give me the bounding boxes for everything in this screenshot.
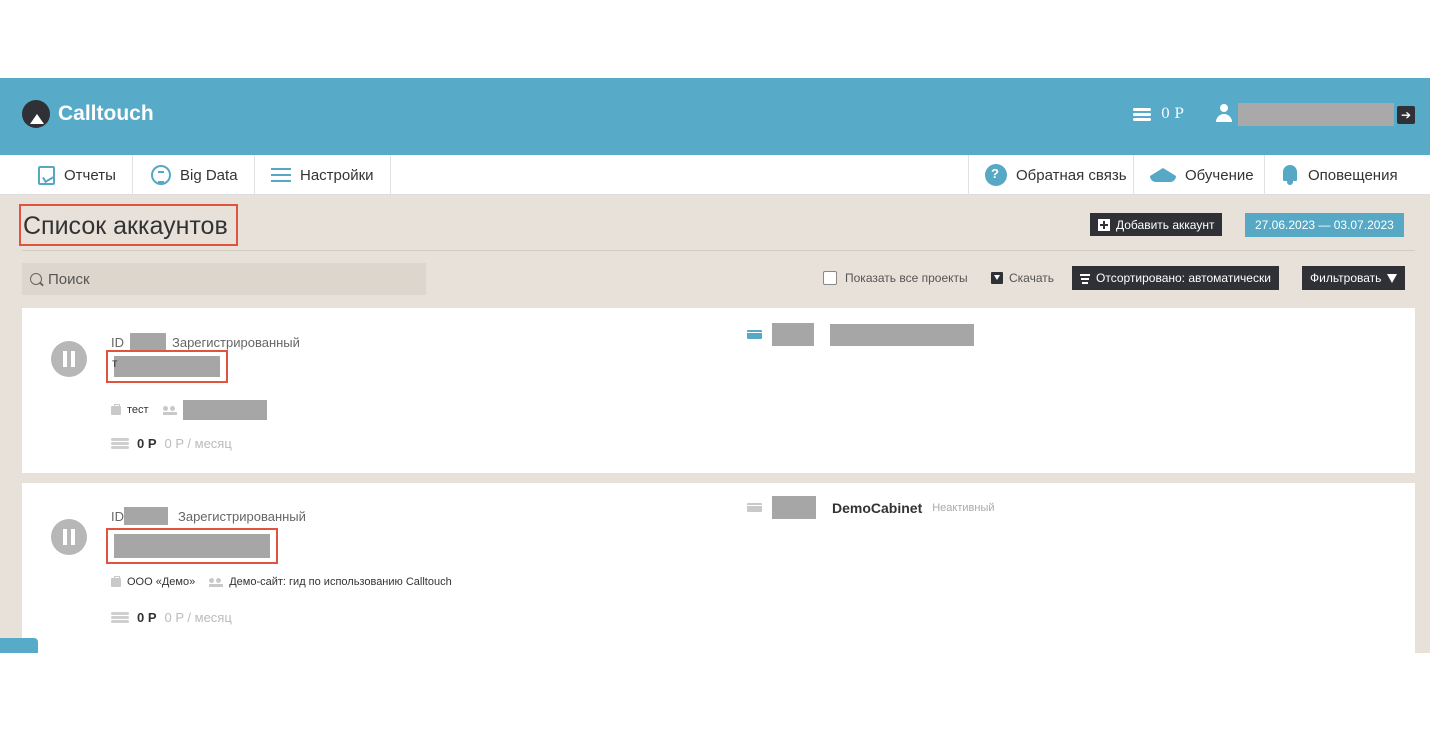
bigdata-icon (151, 165, 171, 185)
nav-item-label: Big Data (180, 166, 238, 184)
account-name-highlight: т (106, 350, 228, 383)
account-id-line: ID Зарегистрированный (111, 507, 306, 525)
download-link[interactable]: Скачать (991, 271, 1054, 285)
show-all-projects[interactable]: Показать все проекты (823, 271, 968, 285)
search-box[interactable] (22, 263, 426, 295)
account-id-redacted (124, 507, 168, 525)
show-all-label: Показать все проекты (845, 271, 968, 285)
account-monthly: 0 P / месяц (164, 610, 232, 625)
nav-item-notifications[interactable]: Оповещения (1264, 155, 1414, 195)
nav-item-settings[interactable]: Настройки (255, 155, 391, 195)
nav-item-label: Обучение (1185, 166, 1254, 184)
logo[interactable]: Calltouch (22, 100, 154, 128)
logo-text: Calltouch (58, 102, 154, 125)
account-name-redacted[interactable] (114, 356, 220, 377)
logout-icon[interactable]: ➔ (1397, 106, 1415, 124)
header-balance[interactable]: 0 P (1133, 106, 1184, 122)
account-monthly: 0 P / месяц (164, 436, 232, 451)
header-balance-value: 0 P (1161, 106, 1184, 122)
card-icon (747, 330, 762, 339)
main-nav: Отчеты Big Data Настройки Обратная связь… (0, 155, 1430, 195)
user-name-redacted[interactable] (1238, 103, 1394, 126)
card-icon (747, 503, 762, 512)
nav-item-education[interactable]: Обучение (1133, 155, 1270, 195)
pause-icon[interactable] (51, 519, 87, 555)
nav-item-reports[interactable]: Отчеты (22, 155, 133, 195)
account-name-highlight (106, 528, 278, 564)
education-icon (1150, 166, 1176, 184)
feedback-icon (985, 164, 1007, 186)
cabinet-status: Неактивный (932, 501, 995, 514)
cabinet-id-redacted (772, 496, 816, 519)
account-company: ООО «Демо» (127, 576, 196, 588)
account-balance: 0 P (137, 436, 157, 451)
pause-icon[interactable] (51, 341, 87, 377)
account-name-prefix: т (112, 356, 118, 370)
nav-item-label: Настройки (300, 166, 374, 184)
company-icon (111, 403, 121, 415)
report-icon (38, 165, 55, 185)
settings-icon (271, 165, 291, 185)
sort-label: Отсортировано: автоматически (1096, 271, 1271, 285)
coins-icon (111, 437, 129, 450)
user-icon[interactable] (1214, 104, 1234, 124)
app-window: Calltouch 0 P ➔ Отчеты Big Data Настройк… (0, 78, 1430, 653)
side-panel-toggle[interactable] (0, 638, 38, 653)
top-bar: Calltouch 0 P ➔ (0, 78, 1430, 155)
account-name-redacted[interactable] (114, 534, 270, 558)
account-cabinet: DemoCabinet Неактивный (747, 496, 995, 519)
account-money: 0 P 0 P / месяц (111, 436, 232, 451)
sort-icon (1080, 273, 1090, 284)
add-icon (1098, 218, 1110, 231)
sort-button[interactable]: Отсортировано: автоматически (1072, 266, 1279, 290)
download-label: Скачать (1009, 271, 1054, 285)
coins-icon (1133, 106, 1153, 122)
account-status: Зарегистрированный (178, 508, 306, 524)
company-icon (111, 575, 121, 587)
filter-button[interactable]: Фильтровать (1302, 266, 1406, 290)
add-account-button[interactable]: Добавить аккаунт (1090, 213, 1223, 236)
cabinet-name-redacted[interactable] (830, 323, 974, 346)
account-id-label: ID (111, 334, 124, 350)
search-input[interactable] (48, 270, 408, 288)
coins-icon (111, 611, 129, 624)
account-site: Демо-сайт: гид по использованию Calltouc… (229, 576, 452, 588)
filter-label: Фильтровать (1310, 271, 1382, 285)
account-id-line: ID Зарегистрированный (111, 333, 300, 351)
page-title: Список аккаунтов (19, 204, 238, 246)
add-account-label: Добавить аккаунт (1116, 217, 1215, 232)
bell-icon (1281, 165, 1299, 185)
site-users-icon (162, 405, 177, 415)
nav-item-label: Отчеты (64, 166, 116, 184)
cabinet-name[interactable]: DemoCabinet (832, 500, 922, 516)
nav-item-label: Обратная связь (1016, 166, 1127, 184)
account-card[interactable]: ID Зарегистрированный ООО «Демо» Демо-са… (22, 483, 1415, 653)
account-site-redacted (182, 400, 267, 420)
account-id-label: ID (111, 508, 124, 524)
divider (22, 250, 1415, 251)
nav-item-feedback[interactable]: Обратная связь (968, 155, 1143, 195)
filter-icon (1387, 273, 1398, 283)
account-cabinet (747, 323, 974, 346)
account-card[interactable]: ID Зарегистрированный т тест 0 P 0 P / м… (22, 308, 1415, 473)
nav-item-bigdata[interactable]: Big Data (135, 155, 255, 195)
account-meta: ООО «Демо» Демо-сайт: гид по использован… (111, 575, 452, 588)
account-status: Зарегистрированный (172, 334, 300, 350)
account-id-redacted (130, 333, 166, 351)
logo-icon (22, 100, 50, 128)
date-range-picker[interactable]: 27.06.2023 — 03.07.2023 (1245, 213, 1404, 237)
site-users-icon (209, 577, 224, 587)
account-meta: тест (111, 400, 267, 420)
nav-item-label: Оповещения (1308, 166, 1398, 184)
cabinet-id-redacted (772, 323, 814, 346)
account-company: тест (127, 404, 149, 416)
download-icon (991, 272, 1003, 284)
show-all-checkbox[interactable] (823, 271, 837, 285)
search-icon (30, 273, 42, 285)
account-money: 0 P 0 P / месяц (111, 610, 232, 625)
account-balance: 0 P (137, 610, 157, 625)
